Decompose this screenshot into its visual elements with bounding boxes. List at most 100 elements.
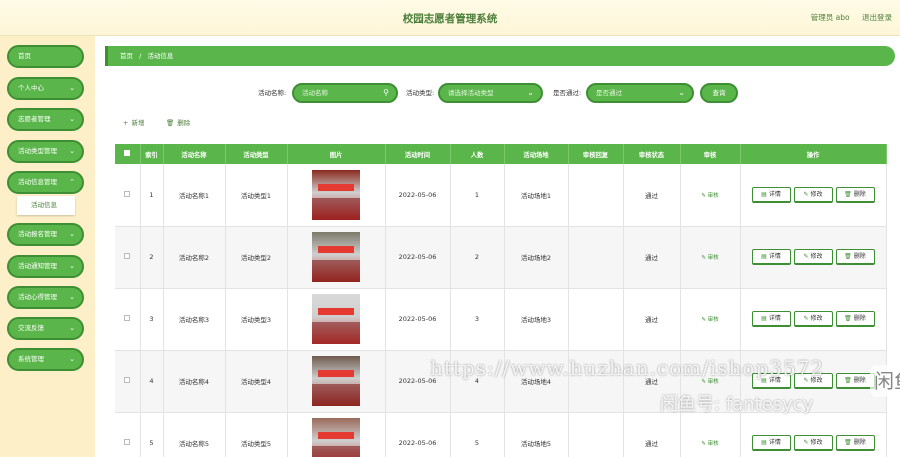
col-header: 审核状态 — [623, 144, 681, 164]
detail-label: 详情 — [768, 439, 781, 446]
header-user-area: 管理员 abo 退出登录 — [801, 12, 892, 23]
delete-button[interactable]: 🗑 删除 — [835, 435, 875, 451]
detail-button[interactable]: ▤ 详情 — [751, 311, 791, 327]
nav-label: 志愿者管理 — [18, 115, 51, 123]
audit-label: 审核 — [707, 192, 719, 199]
col-header: 活动场地 — [504, 144, 569, 164]
cell-index: 5 — [140, 412, 164, 457]
edit-label: 修改 — [810, 315, 823, 322]
top-header: 校园志愿者管理系统 管理员 abo 退出登录 — [0, 0, 900, 36]
cell-date: 2022-05-06 — [385, 288, 451, 351]
delete-button[interactable]: 🗑 删除 — [835, 249, 875, 265]
edit-button[interactable]: ✎ 修改 — [793, 311, 833, 327]
audit-label: 审核 — [707, 441, 719, 447]
cell-status: 通过 — [623, 226, 681, 289]
nav-item-home[interactable]: 首页 — [7, 45, 84, 68]
nav-item-registrations[interactable]: 活动报名管理 ⌄ — [7, 223, 84, 246]
cell-type: 活动类型2 — [225, 226, 288, 289]
cell-name: 活动名称4 — [163, 350, 226, 413]
audit-link[interactable]: ✎ 审核 — [701, 193, 718, 199]
nav-item-activity-types[interactable]: 活动类型管理 ⌄ — [7, 140, 84, 163]
cell-date: 2022-05-06 — [385, 164, 451, 227]
audit-link[interactable]: ✎ 审核 — [701, 255, 718, 261]
chevron-down-icon: ⌄ — [69, 115, 75, 123]
batch-delete-button[interactable]: 🗑 删除 — [166, 117, 190, 127]
query-button[interactable]: 查询 — [700, 83, 738, 103]
nav-label: 活动类型管理 — [18, 147, 57, 155]
watermark-id: 闲鱼号: fantesycy — [660, 394, 814, 415]
edit-button[interactable]: ✎ 修改 — [793, 435, 833, 451]
cell-photo — [287, 412, 386, 457]
cell-status: 通过 — [623, 412, 681, 457]
trash-icon: 🗑 — [166, 119, 175, 127]
chevron-up-icon: ⌃ — [69, 178, 75, 186]
cell-audit: ✎ 审核 — [680, 226, 741, 289]
nav-item-experiences[interactable]: 活动心得管理 ⌄ — [7, 286, 84, 309]
cell-name: 活动名称5 — [163, 412, 226, 457]
activity-name-label: 活动名称: — [258, 89, 287, 97]
nav-item-system[interactable]: 系统管理 ⌄ — [7, 348, 84, 371]
breadcrumb-separator: / — [139, 52, 142, 60]
audit-link[interactable]: ✎ 审核 — [701, 317, 718, 323]
cell-people: 3 — [450, 288, 505, 351]
activity-photo — [312, 169, 360, 220]
detail-label: 详情 — [768, 253, 781, 260]
nav-item-activity-info[interactable]: 活动信息管理 ⌃ — [7, 171, 84, 194]
search-icon: ⚲ — [383, 88, 389, 97]
cell-venue: 活动场地3 — [504, 288, 569, 351]
cell-photo — [287, 350, 386, 413]
activity-type-select[interactable]: 请选择活动类型 ⌄ — [438, 83, 543, 103]
row-checkbox[interactable] — [115, 226, 141, 289]
add-button[interactable]: + 新增 — [123, 117, 144, 127]
cell-people: 5 — [450, 412, 505, 457]
cell-reply — [568, 288, 624, 351]
col-header: 操作 — [740, 144, 887, 164]
audit-link[interactable]: ✎ 审核 — [701, 441, 718, 447]
select-all-checkbox[interactable] — [115, 144, 141, 164]
row-checkbox[interactable] — [115, 164, 141, 227]
breadcrumb-current: 活动信息 — [147, 52, 174, 60]
nav-subitem-activity-info[interactable]: 活动信息 — [17, 196, 75, 215]
chevron-down-icon: ⌄ — [678, 88, 685, 97]
activity-name-input[interactable]: 活动名称 ⚲ — [292, 83, 398, 103]
chevron-down-icon: ⌄ — [527, 88, 534, 97]
pass-select[interactable]: 是否通过 ⌄ — [586, 83, 694, 103]
row-checkbox[interactable] — [115, 288, 141, 351]
edit-button[interactable]: ✎ 修改 — [793, 249, 833, 265]
chevron-down-icon: ⌄ — [69, 324, 75, 332]
chevron-down-icon: ⌄ — [69, 147, 75, 155]
detail-button[interactable]: ▤ 详情 — [751, 186, 791, 203]
col-header: 索引 — [140, 144, 164, 164]
pass-placeholder: 是否通过 — [596, 89, 622, 97]
detail-button[interactable]: ▤ 详情 — [751, 249, 791, 265]
delete-button[interactable]: 🗑 删除 — [835, 186, 875, 203]
chevron-down-icon: ⌄ — [69, 355, 75, 363]
delete-button[interactable]: 🗑 删除 — [835, 311, 875, 327]
nav-item-notices[interactable]: 活动通知管理 ⌄ — [7, 255, 84, 278]
breadcrumb-home[interactable]: 首页 — [120, 52, 133, 60]
add-label: 新增 — [131, 119, 145, 127]
detail-button[interactable]: ▤ 详情 — [751, 435, 791, 451]
delete-button[interactable]: 🗑 删除 — [835, 373, 875, 389]
nav-item-volunteers[interactable]: 志愿者管理 ⌄ — [7, 108, 84, 131]
nav-item-profile[interactable]: 个人中心 ⌄ — [7, 77, 84, 100]
nav-label: 活动信息管理 — [18, 178, 57, 186]
nav-label: 交流反馈 — [18, 324, 44, 332]
watermark-url: https://www.huzhan.com/ishop3572 — [430, 356, 825, 380]
cell-index: 3 — [140, 288, 164, 351]
activity-photo — [312, 294, 360, 344]
cell-photo — [287, 226, 386, 289]
cell-index: 4 — [140, 350, 164, 413]
logout-link[interactable]: 退出登录 — [862, 13, 892, 22]
row-checkbox[interactable] — [115, 350, 141, 413]
nav-item-feedback[interactable]: 交流反馈 ⌄ — [7, 317, 84, 340]
cell-index: 1 — [140, 164, 164, 227]
nav-label: 系统管理 — [18, 355, 44, 363]
cell-ops: ▤ 详情 ✎ 修改 🗑 删除 — [740, 288, 887, 351]
edit-icon: ✎ — [803, 439, 809, 446]
delete-label: 删除 — [853, 190, 866, 198]
cell-status: 通过 — [623, 288, 681, 351]
row-checkbox[interactable] — [115, 412, 141, 457]
cell-type: 活动类型1 — [225, 164, 288, 227]
edit-button[interactable]: ✎ 修改 — [793, 186, 833, 203]
